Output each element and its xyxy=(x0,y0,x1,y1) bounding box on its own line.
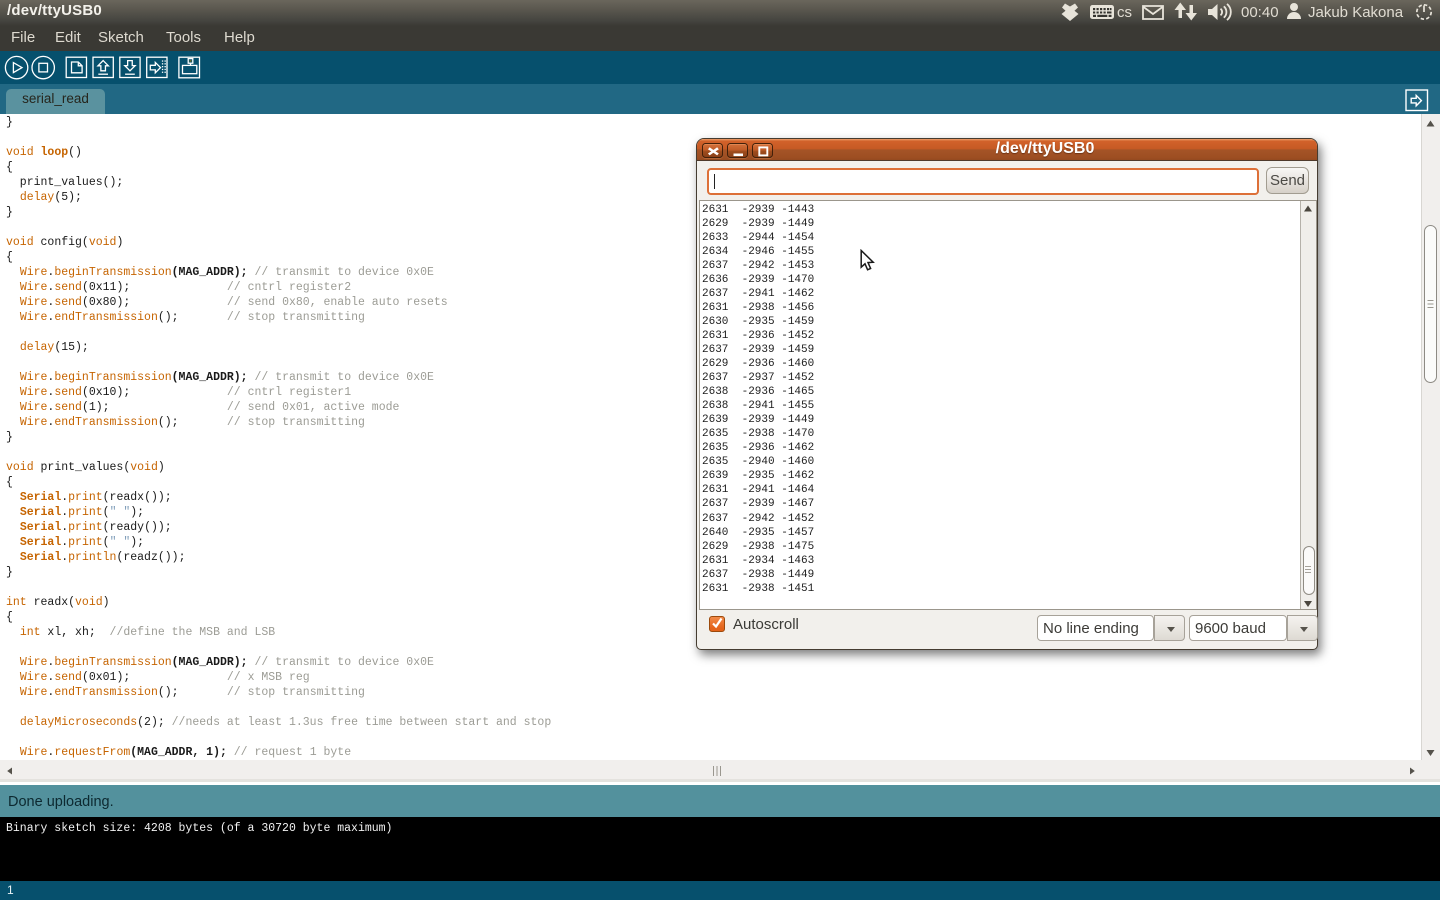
svg-text:cs: cs xyxy=(1117,4,1132,21)
svg-text:00:40: 00:40 xyxy=(1241,4,1279,21)
svg-text:Jakub Kakona: Jakub Kakona xyxy=(1308,4,1404,21)
